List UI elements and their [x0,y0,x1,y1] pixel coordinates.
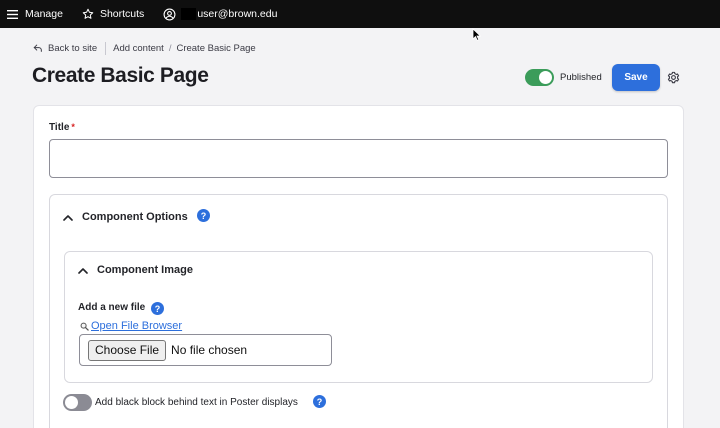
save-button[interactable]: Save [612,64,660,91]
chevron-up-icon [78,267,88,274]
breadcrumb: Back to site Add content / Create Basic … [33,41,256,55]
component-options-title: Component Options [82,211,188,223]
breadcrumb-separator: / [168,42,172,54]
page-title: Create Basic Page [32,64,209,87]
user-avatar-icon [163,8,176,21]
shortcuts-button[interactable]: Shortcuts [82,0,144,28]
manage-label: Manage [25,8,63,20]
published-label: Published [560,72,602,83]
required-marker: * [71,122,75,132]
admin-toolbar: Manage Shortcuts user@brown.edu [0,0,720,28]
component-image-toggle[interactable]: Component Image [78,264,193,276]
component-image-title: Component Image [97,264,193,276]
gear-icon[interactable] [667,71,680,89]
title-label-text: Title [49,122,70,133]
published-control: Published [525,69,602,86]
black-block-help-icon[interactable]: ? [313,395,326,408]
open-file-browser-link[interactable]: Open File Browser [91,320,182,332]
title-label: Title * [49,122,75,133]
title-input[interactable] [49,139,668,178]
magnifier-icon [80,322,89,331]
published-toggle[interactable] [525,69,554,86]
redacted-block [181,8,197,20]
black-block-control: Add black block behind text in Poster di… [63,394,298,411]
add-new-file-label: Add a new file [78,302,146,313]
toggle-knob [539,71,552,84]
add-file-help-icon[interactable]: ? [151,302,164,315]
component-options-help-icon[interactable]: ? [197,209,210,222]
no-file-chosen-text: No file chosen [171,343,248,357]
breadcrumb-current: Create Basic Page [176,42,256,54]
user-menu-button[interactable]: user@brown.edu [163,0,277,28]
file-upload-field: Choose File No file chosen [79,334,332,366]
shortcuts-label: Shortcuts [99,8,145,20]
breadcrumb-add-content[interactable]: Add content [113,43,164,54]
choose-file-button[interactable]: Choose File [88,339,167,361]
toggle-knob [65,396,78,409]
back-arrow-icon [33,43,43,53]
open-file-browser: Open File Browser [80,320,182,332]
star-icon [82,8,94,20]
chevron-up-icon [63,214,73,221]
black-block-toggle[interactable] [63,394,92,411]
black-block-label: Add black block behind text in Poster di… [95,397,298,408]
mouse-cursor-icon [472,28,482,46]
back-to-site-link[interactable]: Back to site [33,43,97,54]
hamburger-menu-icon [7,9,18,19]
breadcrumb-divider [105,41,107,55]
back-to-site-label: Back to site [48,42,98,54]
manage-button[interactable]: Manage [0,0,63,28]
user-email: user@brown.edu [197,8,278,20]
component-options-toggle[interactable]: Component Options [63,211,188,223]
